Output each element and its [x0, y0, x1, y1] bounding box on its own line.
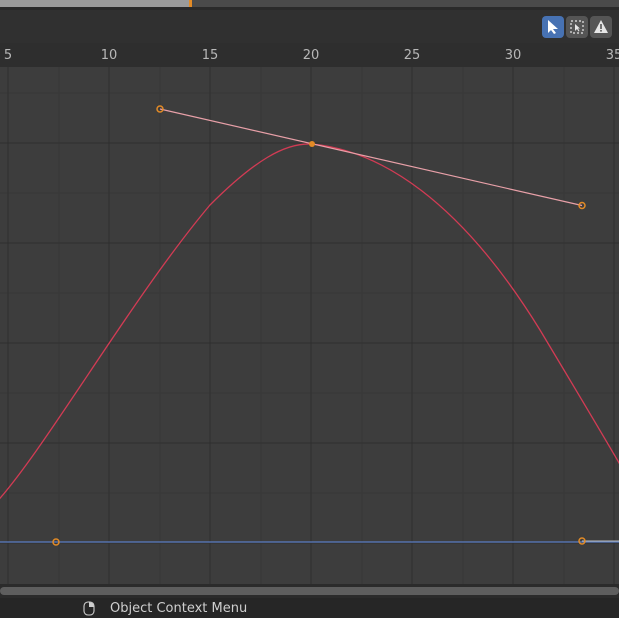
- horizontal-scrollbar[interactable]: [0, 584, 619, 598]
- ruler-label-20: 20: [302, 48, 320, 63]
- timeline-top-strip[interactable]: [0, 0, 619, 10]
- ruler-label-15: 15: [201, 48, 219, 63]
- header-tools: [542, 16, 612, 38]
- mouse-right-click-icon: [83, 601, 95, 616]
- context-menu-hint: Object Context Menu: [110, 601, 248, 616]
- ruler-label-10: 10: [100, 48, 118, 63]
- horizontal-scrollbar-thumb[interactable]: [0, 587, 619, 595]
- ruler-label-30: 30: [504, 48, 522, 63]
- frame-ruler[interactable]: 5 10 15 20 25 30 35: [0, 43, 619, 67]
- box-select-tool-button[interactable]: [566, 16, 588, 38]
- timeline-scroll-thumb[interactable]: [0, 0, 190, 7]
- select-tool-button[interactable]: [542, 16, 564, 38]
- selected-keyframe[interactable]: [309, 141, 315, 147]
- graph-editor-header: [0, 10, 619, 43]
- ruler-label-5: 5: [3, 48, 13, 63]
- warning-icon: [594, 20, 608, 33]
- ruler-label-25: 25: [403, 48, 421, 63]
- status-bar: Object Context Menu: [0, 598, 619, 618]
- box-select-icon: [570, 20, 584, 34]
- ruler-label-35: 35: [605, 48, 619, 63]
- timeline-track: [192, 0, 619, 7]
- cursor-arrow-icon: [548, 20, 558, 34]
- warning-tool-button[interactable]: [590, 16, 612, 38]
- graph-canvas[interactable]: [0, 67, 619, 584]
